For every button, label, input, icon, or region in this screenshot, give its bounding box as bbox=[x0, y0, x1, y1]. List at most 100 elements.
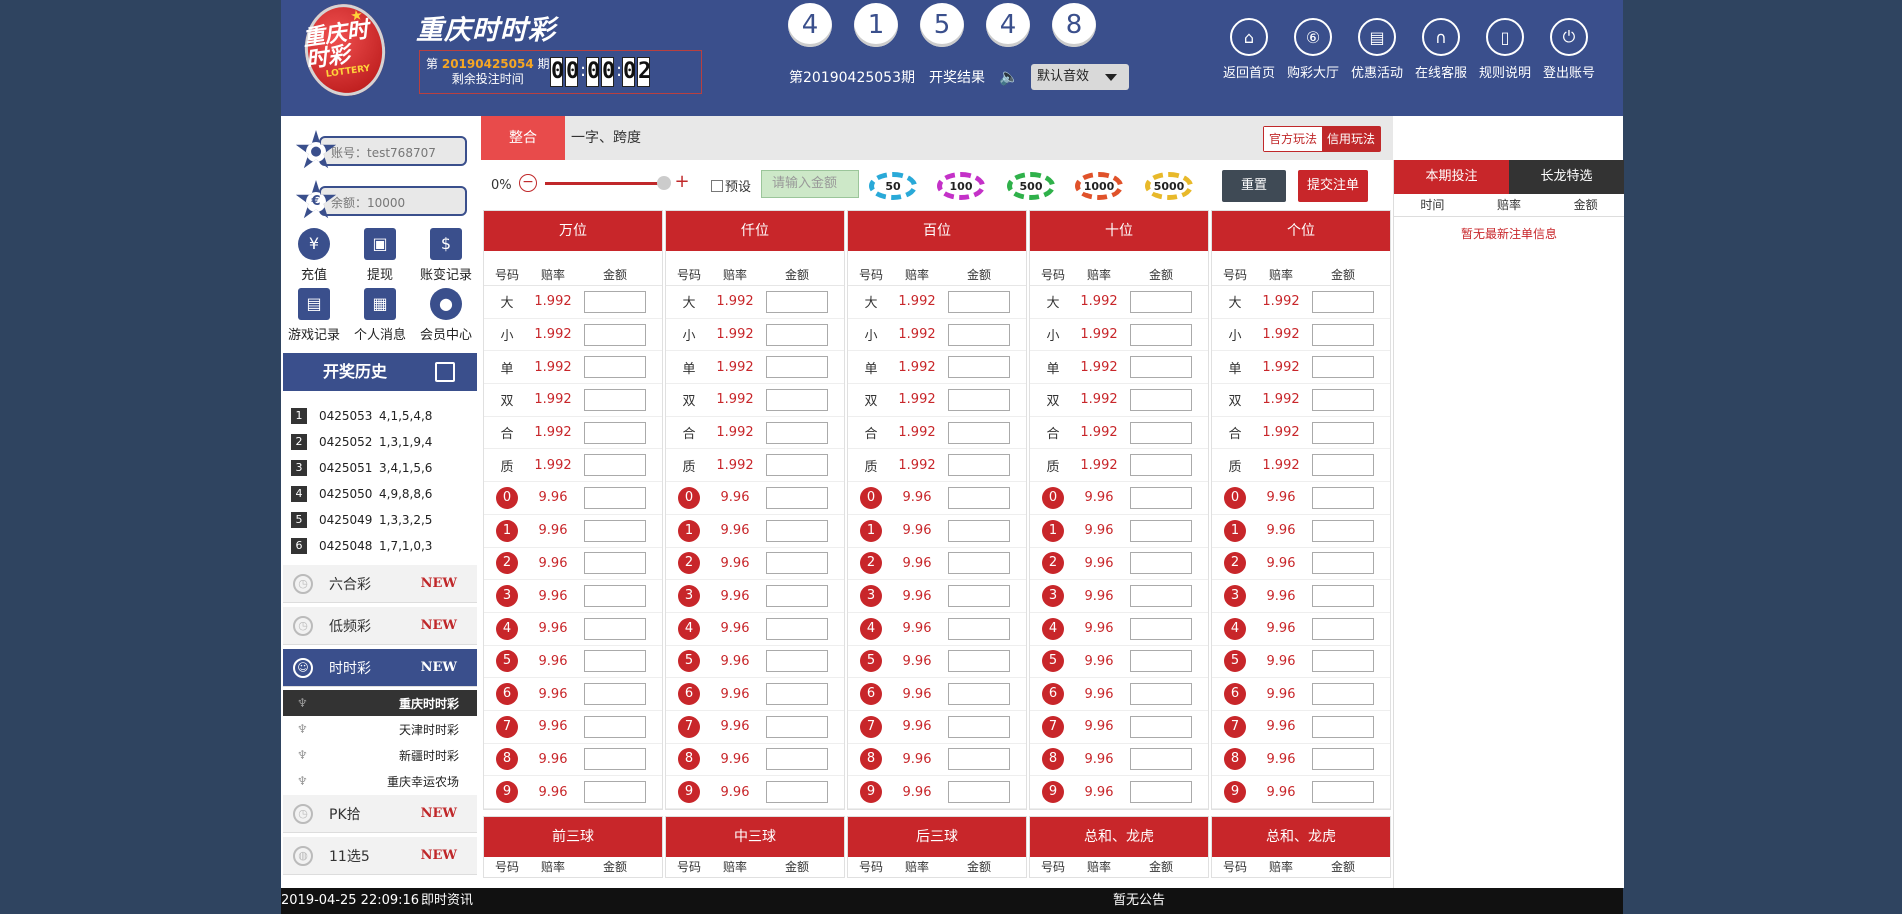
preset-checkbox[interactable] bbox=[711, 179, 723, 192]
mode-credit[interactable]: 信用玩法 bbox=[1321, 127, 1380, 151]
quick-recharge[interactable]: ¥ 充值 bbox=[281, 228, 347, 288]
bet-amount-input[interactable] bbox=[1130, 585, 1192, 608]
speaker-icon[interactable]: 🔈 bbox=[999, 68, 1019, 86]
bet-amount-input[interactable] bbox=[1312, 650, 1374, 673]
bet-amount-input[interactable] bbox=[584, 650, 646, 673]
bet-amount-input[interactable] bbox=[584, 781, 646, 804]
bet-amount-input[interactable] bbox=[948, 552, 1010, 575]
quick-member[interactable]: ● 会员中心 bbox=[413, 288, 479, 348]
bet-amount-input[interactable] bbox=[584, 421, 646, 444]
bet-amount-input[interactable] bbox=[1312, 617, 1374, 640]
bet-amount-input[interactable] bbox=[1312, 552, 1374, 575]
bet-amount-input[interactable] bbox=[948, 748, 1010, 771]
bet-amount-input[interactable] bbox=[1312, 585, 1374, 608]
bet-amount-input[interactable] bbox=[766, 454, 828, 477]
bet-amount-input[interactable] bbox=[1130, 388, 1192, 411]
bet-amount-input[interactable] bbox=[584, 486, 646, 509]
bet-amount-input[interactable] bbox=[584, 454, 646, 477]
chip-1000[interactable]: 1000 bbox=[1075, 172, 1123, 200]
bet-amount-input[interactable] bbox=[584, 552, 646, 575]
lottery-category-lowfreq[interactable]: ◷ 低频彩 NEW bbox=[283, 607, 477, 645]
bet-amount-input[interactable] bbox=[1312, 421, 1374, 444]
amount-input[interactable]: 请输入金额 bbox=[761, 170, 859, 198]
bet-amount-input[interactable] bbox=[1312, 683, 1374, 706]
chip-500[interactable]: 500 bbox=[1007, 172, 1055, 200]
rebate-slider-handle[interactable] bbox=[657, 176, 671, 190]
bet-amount-input[interactable] bbox=[584, 748, 646, 771]
calendar-icon[interactable] bbox=[435, 362, 455, 382]
bet-amount-input[interactable] bbox=[584, 519, 646, 542]
sub-lottery-item[interactable]: ♆ 新疆时时彩 bbox=[283, 742, 477, 768]
bet-amount-input[interactable] bbox=[584, 388, 646, 411]
bet-amount-input[interactable] bbox=[1312, 388, 1374, 411]
bet-amount-input[interactable] bbox=[948, 323, 1010, 346]
bet-amount-input[interactable] bbox=[766, 323, 828, 346]
tab-single-span[interactable]: 一字、跨度 bbox=[571, 116, 641, 160]
chip-100[interactable]: 100 bbox=[937, 172, 985, 200]
bet-amount-input[interactable] bbox=[1312, 715, 1374, 738]
bet-amount-input[interactable] bbox=[1312, 323, 1374, 346]
bet-amount-input[interactable] bbox=[584, 323, 646, 346]
minus-icon[interactable]: − bbox=[519, 174, 537, 192]
lottery-category-11x5[interactable]: ◍ 11选5 NEW bbox=[283, 837, 477, 875]
bet-amount-input[interactable] bbox=[1130, 650, 1192, 673]
bet-amount-input[interactable] bbox=[1130, 781, 1192, 804]
bet-amount-input[interactable] bbox=[948, 683, 1010, 706]
nav-support[interactable]: ∩ 在线客服 bbox=[1415, 18, 1467, 81]
quick-withdraw[interactable]: ▣ 提现 bbox=[347, 228, 413, 288]
bet-amount-input[interactable] bbox=[1130, 519, 1192, 542]
bet-amount-input[interactable] bbox=[766, 781, 828, 804]
tab-integrated[interactable]: 整合 bbox=[481, 116, 565, 160]
bet-amount-input[interactable] bbox=[948, 715, 1010, 738]
bet-amount-input[interactable] bbox=[584, 356, 646, 379]
reset-button[interactable]: 重置 bbox=[1222, 170, 1286, 202]
bet-amount-input[interactable] bbox=[766, 552, 828, 575]
bet-amount-input[interactable] bbox=[948, 650, 1010, 673]
bet-amount-input[interactable] bbox=[1130, 617, 1192, 640]
bet-amount-input[interactable] bbox=[584, 290, 646, 313]
bet-amount-input[interactable] bbox=[1130, 486, 1192, 509]
bet-amount-input[interactable] bbox=[1312, 290, 1374, 313]
preset-toggle[interactable]: 预设 bbox=[711, 176, 751, 195]
bet-amount-input[interactable] bbox=[1312, 519, 1374, 542]
bet-amount-input[interactable] bbox=[1312, 486, 1374, 509]
bet-amount-input[interactable] bbox=[766, 617, 828, 640]
bet-amount-input[interactable] bbox=[948, 486, 1010, 509]
bet-amount-input[interactable] bbox=[766, 356, 828, 379]
chip-5000[interactable]: 5000 bbox=[1145, 172, 1193, 200]
nav-lottery-hall[interactable]: ⑥ 购彩大厅 bbox=[1287, 18, 1339, 81]
bet-amount-input[interactable] bbox=[1130, 323, 1192, 346]
bet-amount-input[interactable] bbox=[766, 650, 828, 673]
submit-bet-button[interactable]: 提交注单 bbox=[1298, 170, 1368, 202]
bet-amount-input[interactable] bbox=[1312, 748, 1374, 771]
lottery-logo[interactable]: ★ 重庆时时彩 LOTTERY bbox=[298, 0, 392, 102]
bet-amount-input[interactable] bbox=[948, 356, 1010, 379]
rebate-slider-track[interactable] bbox=[545, 182, 661, 185]
sub-lottery-item[interactable]: ♆ 天津时时彩 bbox=[283, 716, 477, 742]
nav-logout[interactable]: ⏻ 登出账号 bbox=[1543, 18, 1595, 81]
bet-amount-input[interactable] bbox=[766, 748, 828, 771]
bet-amount-input[interactable] bbox=[1312, 356, 1374, 379]
sub-lottery-item[interactable]: ♆ 重庆时时彩 bbox=[283, 690, 477, 716]
plus-icon[interactable]: + bbox=[673, 173, 691, 192]
nav-promotions[interactable]: ▤ 优惠活动 bbox=[1351, 18, 1403, 81]
bet-amount-input[interactable] bbox=[766, 715, 828, 738]
bet-amount-input[interactable] bbox=[948, 519, 1010, 542]
bet-amount-input[interactable] bbox=[1130, 715, 1192, 738]
bet-amount-input[interactable] bbox=[1130, 290, 1192, 313]
tab-current-bets[interactable]: 本期投注 bbox=[1394, 160, 1509, 194]
bet-amount-input[interactable] bbox=[766, 388, 828, 411]
nav-home[interactable]: ⌂ 返回首页 bbox=[1223, 18, 1275, 81]
bet-amount-input[interactable] bbox=[766, 683, 828, 706]
bet-amount-input[interactable] bbox=[584, 683, 646, 706]
lottery-category-pk10[interactable]: ◷ PK拾 NEW bbox=[283, 795, 477, 833]
bet-amount-input[interactable] bbox=[948, 454, 1010, 477]
bet-amount-input[interactable] bbox=[584, 715, 646, 738]
bet-amount-input[interactable] bbox=[1130, 356, 1192, 379]
bet-amount-input[interactable] bbox=[948, 781, 1010, 804]
bet-amount-input[interactable] bbox=[948, 585, 1010, 608]
sound-select[interactable]: 默认音效 bbox=[1030, 64, 1129, 90]
nav-rules[interactable]: ▯ 规则说明 bbox=[1479, 18, 1531, 81]
bet-amount-input[interactable] bbox=[766, 585, 828, 608]
mode-official[interactable]: 官方玩法 bbox=[1263, 127, 1322, 151]
